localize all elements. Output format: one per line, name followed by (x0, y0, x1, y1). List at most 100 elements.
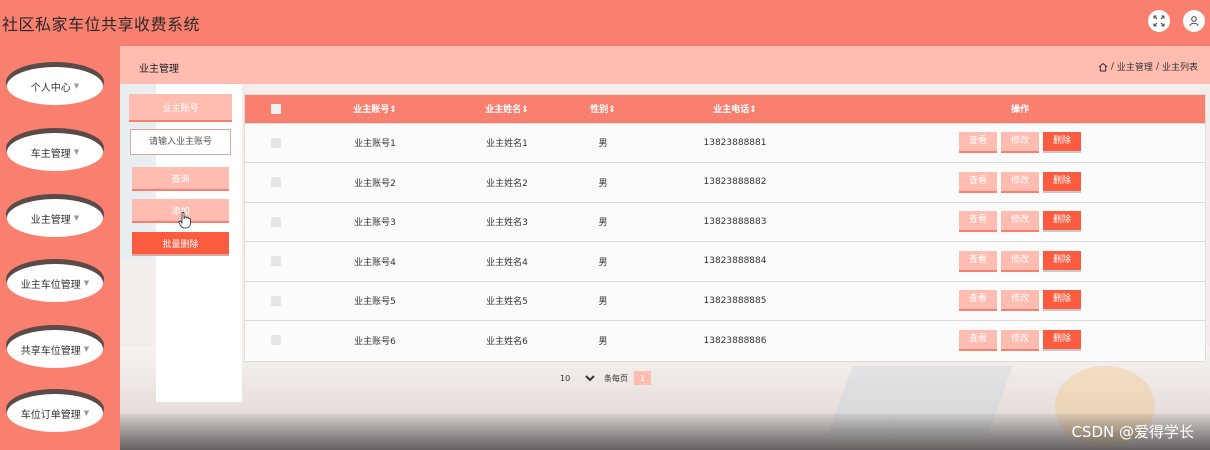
row-checkbox[interactable] (271, 216, 281, 227)
sidebar: 个人中心 ▼ 车主管理 ▼ 业主管理 ▼ 业主车位管理 ▼ 共享车位管理 ▼ 车位订单管理… (0, 46, 120, 450)
sidebar-item-label: 个人中心 (30, 82, 71, 94)
page-size-select[interactable]: 10 (556, 370, 598, 386)
sort-icon: ⇕ (389, 105, 397, 116)
cell-phone: 13823888885 (703, 295, 767, 306)
breadcrumb-separator: / (1110, 61, 1114, 72)
delete-button[interactable]: 删除 (1043, 290, 1081, 312)
table-header-row: 业主账号⇕ 业主姓名⇕ 性别⇕ 业主电话⇕ 操作 (245, 95, 1205, 123)
watermark: CSDN @爱得学长 (1071, 423, 1194, 441)
user-icon[interactable] (1183, 10, 1205, 32)
edit-button[interactable]: 修改 (1001, 211, 1039, 233)
delete-button[interactable]: 删除 (1043, 330, 1081, 351)
cell-phone: 13823888882 (703, 177, 767, 188)
delete-button[interactable]: 删除 (1043, 132, 1081, 154)
video-overlay (120, 414, 1210, 450)
query-button[interactable]: 查询 (132, 167, 229, 191)
edit-button[interactable]: 修改 (1001, 132, 1039, 154)
table-row: 业主账号6 业主姓名6 男 13823888886 查看 修改 删除 (245, 320, 1205, 360)
cell-gender: 男 (598, 178, 608, 189)
sidebar-item-owner[interactable]: 业主管理 ▼ (6, 194, 104, 238)
chevron-down-icon: ▼ (83, 279, 90, 287)
fullscreen-icon[interactable] (1148, 10, 1170, 32)
breadcrumb: / 业主管理 / 业主列表 (1098, 60, 1198, 73)
sidebar-item-label: 车位订单管理 (20, 409, 81, 421)
cell-name: 业主姓名4 (486, 257, 528, 268)
cell-phone: 13823888884 (703, 256, 767, 267)
sort-icon: ⇕ (521, 105, 529, 116)
row-checkbox[interactable] (271, 177, 281, 187)
delete-button[interactable]: 删除 (1043, 211, 1081, 233)
table-row: 业主账号1 业主姓名1 男 13823888881 查看 修改 删除 (245, 123, 1205, 163)
page-button-current[interactable]: 1 (634, 371, 651, 385)
row-checkbox[interactable] (271, 137, 281, 148)
delete-button[interactable]: 删除 (1043, 171, 1081, 193)
sidebar-item-space-order[interactable]: 车位订单管理 ▼ (6, 389, 104, 433)
row-checkbox[interactable] (271, 335, 281, 346)
column-header-gender[interactable]: 性别⇕ (571, 95, 635, 123)
per-page-label: 条每页 (604, 373, 628, 383)
chevron-down-icon: ▼ (73, 148, 80, 156)
view-button[interactable]: 查看 (959, 290, 997, 312)
owner-account-input[interactable] (130, 129, 231, 155)
column-header-actions: 操作 (1010, 105, 1029, 116)
sidebar-item-label: 业主车位管理 (20, 279, 81, 291)
sidebar-item-label: 业主管理 (30, 214, 71, 226)
view-button[interactable]: 查看 (959, 250, 997, 272)
chevron-down-icon: ▼ (73, 214, 80, 222)
cell-phone: 13823888883 (703, 216, 767, 227)
cell-account: 业主账号4 (354, 257, 396, 268)
view-button[interactable]: 查看 (959, 132, 997, 154)
sort-icon: ⇕ (749, 105, 757, 116)
delete-button[interactable]: 删除 (1043, 250, 1081, 272)
batch-delete-button[interactable]: 批量删除 (132, 232, 229, 256)
edit-button[interactable]: 修改 (1001, 330, 1039, 351)
cell-account: 业主账号3 (354, 218, 396, 229)
row-checkbox[interactable] (271, 295, 281, 306)
cell-name: 业主姓名2 (486, 178, 528, 189)
sidebar-item-label: 共享车位管理 (20, 345, 81, 357)
row-checkbox[interactable] (271, 256, 281, 266)
edit-button[interactable]: 修改 (1001, 171, 1039, 193)
top-bar: 社区私家车位共享收费系统 (0, 0, 1210, 46)
edit-button[interactable]: 修改 (1001, 250, 1039, 272)
page-title: 业主管理 (139, 64, 179, 75)
chevron-down-icon: ▼ (83, 409, 90, 417)
chevron-down-icon: ▼ (83, 345, 90, 353)
breadcrumb-item[interactable]: 业主管理 (1117, 60, 1153, 73)
column-header-account[interactable]: 业主账号⇕ (307, 95, 443, 123)
column-header-phone[interactable]: 业主电话⇕ (635, 95, 835, 123)
sidebar-item-label: 车主管理 (30, 148, 71, 160)
sidebar-item-shared-space[interactable]: 共享车位管理 ▼ (6, 325, 104, 369)
cell-phone: 13823888881 (703, 137, 767, 148)
sidebar-item-owner-space[interactable]: 业主车位管理 ▼ (6, 259, 104, 303)
cell-name: 业主姓名3 (486, 218, 528, 229)
sidebar-item-car-owner[interactable]: 车主管理 ▼ (6, 128, 104, 172)
cell-gender: 男 (598, 218, 608, 229)
edit-button[interactable]: 修改 (1001, 290, 1039, 312)
cell-gender: 男 (598, 297, 608, 308)
view-button[interactable]: 查看 (959, 330, 997, 351)
cell-name: 业主姓名5 (486, 297, 528, 308)
table-row: 业主账号2 业主姓名2 男 13823888882 查看 修改 删除 (245, 162, 1205, 202)
cell-account: 业主账号6 (354, 337, 396, 347)
view-button[interactable]: 查看 (959, 211, 997, 233)
cell-name: 业主姓名6 (486, 337, 528, 347)
column-header-name[interactable]: 业主姓名⇕ (443, 95, 571, 123)
table-row: 业主账号5 业主姓名5 男 13823888885 查看 修改 删除 (245, 281, 1205, 321)
cell-name: 业主姓名1 (486, 139, 528, 150)
cell-gender: 男 (598, 257, 608, 268)
cell-gender: 男 (598, 337, 608, 347)
chevron-down-icon: ▼ (73, 82, 80, 90)
sort-icon: ⇕ (608, 105, 616, 116)
table-row: 业主账号3 业主姓名3 男 13823888883 查看 修改 删除 (245, 202, 1205, 242)
main-content: 业主管理 / 业主管理 / 业主列表 业主账号 查询 添加 批量删除 业主账号⇕… (120, 46, 1210, 450)
view-button[interactable]: 查看 (959, 171, 997, 193)
select-all-checkbox[interactable] (271, 103, 281, 114)
sidebar-item-personal-center[interactable]: 个人中心 ▼ (6, 62, 104, 106)
table-row: 业主账号4 业主姓名4 男 13823888884 查看 修改 删除 (245, 241, 1205, 281)
owner-table: 业主账号⇕ 业主姓名⇕ 性别⇕ 业主电话⇕ 操作 业主账号1 业主姓名1 男 1… (244, 94, 1206, 362)
hand-cursor-icon (178, 211, 191, 229)
pagination: 10 条每页 1 (556, 370, 651, 386)
cell-phone: 13823888886 (703, 335, 767, 346)
home-icon[interactable] (1098, 62, 1108, 72)
